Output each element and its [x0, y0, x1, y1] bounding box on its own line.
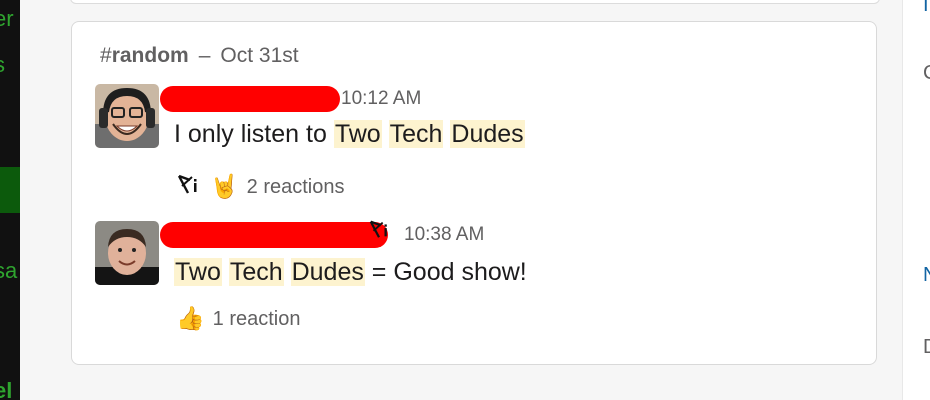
search-highlight: Tech: [228, 258, 284, 286]
sidebar-text-fragment[interactable]: sa: [0, 258, 17, 284]
message-text-part: = Good show!: [371, 258, 527, 286]
search-highlight: Two: [174, 258, 222, 286]
reactions-count[interactable]: 1 reaction: [213, 308, 301, 331]
sidebar-text-fragment[interactable]: s: [0, 52, 5, 78]
search-highlight: Dudes: [450, 120, 525, 148]
search-highlight: Two: [333, 120, 382, 148]
sidebar-text-fragment[interactable]: er: [0, 6, 14, 32]
custom-emoji-icon: [176, 172, 200, 202]
search-result-card[interactable]: #random – Oct 31st 10:12 AM I only listen …: [71, 21, 877, 365]
result-date: Oct 31st: [220, 44, 299, 67]
reactions-count[interactable]: 2 reactions: [247, 176, 345, 199]
avatar[interactable]: [95, 221, 159, 285]
right-panel-text-fragment: C: [923, 62, 930, 85]
right-panel-text-fragment: D: [923, 336, 930, 359]
search-highlight: Dudes: [290, 258, 365, 286]
message-text-part: I only listen to: [174, 120, 334, 148]
sidebar-text-fragment[interactable]: el: [0, 378, 12, 400]
sidebar-active-highlight: [0, 167, 20, 213]
message-text: Two Tech Dudes = Good show!: [174, 258, 527, 287]
sign-of-horns-emoji: 🤘: [210, 173, 239, 200]
redacted-username: [160, 222, 388, 248]
previous-result-card[interactable]: [70, 0, 880, 4]
sidebar-edge: er s sa el: [0, 0, 20, 400]
result-header: #random – Oct 31st: [100, 44, 299, 68]
avatar[interactable]: [95, 84, 159, 148]
right-panel-edge: I C N D: [902, 0, 930, 400]
header-separator: –: [198, 44, 211, 67]
search-highlight: Tech: [388, 120, 444, 148]
channel-name-link[interactable]: random: [112, 44, 189, 67]
channel-hash: #: [100, 44, 112, 67]
right-panel-text-fragment[interactable]: I: [923, 0, 929, 17]
redacted-username: [160, 86, 340, 112]
custom-status-icon: [368, 218, 390, 245]
message-text: I only listen to Two Tech Dudes: [174, 120, 525, 149]
message-timestamp[interactable]: 10:38 AM: [404, 224, 484, 246]
reactions-summary[interactable]: 👍 1 reaction: [176, 308, 300, 331]
right-panel-text-fragment[interactable]: N: [923, 264, 930, 287]
reactions-summary[interactable]: 🤘 2 reactions: [176, 172, 344, 202]
thumbs-up-emoji: 👍: [176, 306, 205, 332]
message-timestamp[interactable]: 10:12 AM: [341, 88, 421, 110]
